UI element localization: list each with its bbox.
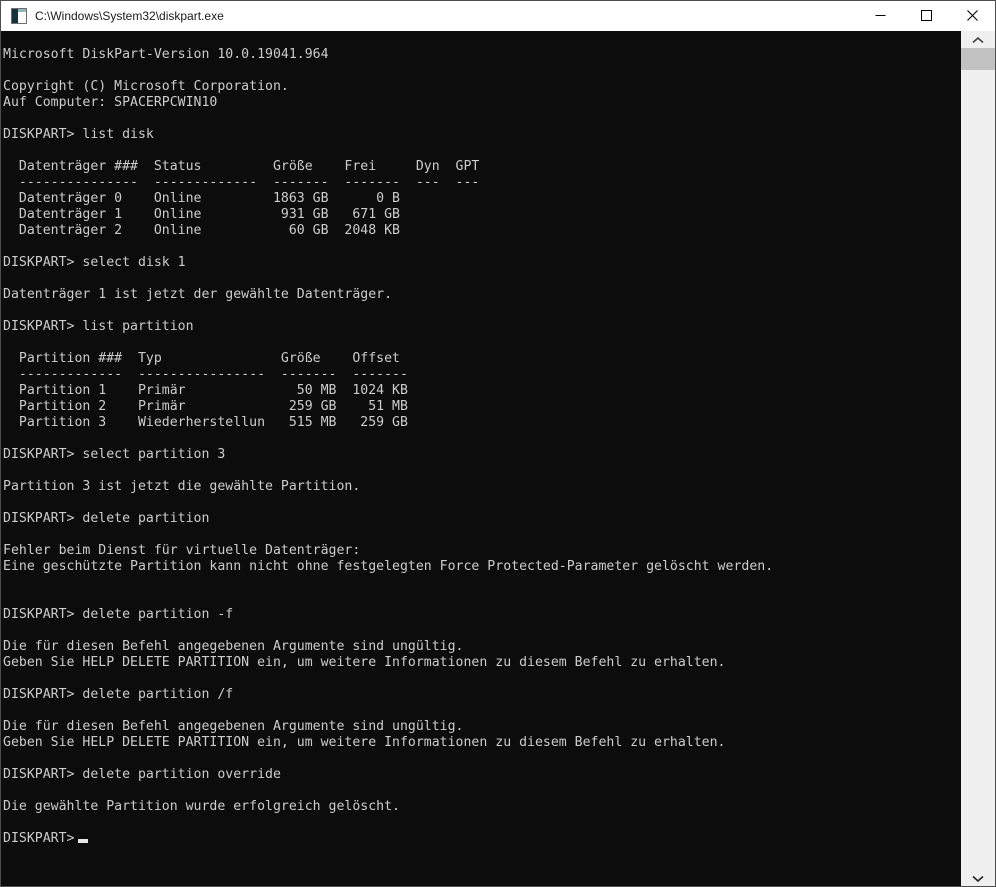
window-title: C:\Windows\System32\diskpart.exe	[35, 9, 224, 23]
text-cursor	[78, 839, 88, 843]
title-bar[interactable]: C:\Windows\System32\diskpart.exe	[1, 1, 995, 31]
minimize-icon	[875, 9, 886, 24]
console-app-icon	[11, 8, 27, 24]
maximize-icon	[920, 9, 932, 24]
window-body: Microsoft DiskPart-Version 10.0.19041.96…	[1, 31, 995, 886]
scroll-down-button[interactable]	[961, 869, 995, 886]
chevron-up-icon	[972, 32, 984, 47]
close-icon	[966, 9, 978, 24]
chevron-down-icon	[972, 870, 984, 885]
console-text: Microsoft DiskPart-Version 10.0.19041.96…	[3, 47, 774, 846]
app-window: C:\Windows\System32\diskpart.exe Microso…	[0, 0, 996, 887]
scroll-up-button[interactable]	[961, 31, 995, 48]
console[interactable]: Microsoft DiskPart-Version 10.0.19041.96…	[1, 31, 961, 886]
scrollbar-thumb[interactable]	[961, 48, 995, 70]
maximize-button[interactable]	[903, 1, 949, 31]
close-button[interactable]	[949, 1, 995, 31]
minimize-button[interactable]	[857, 1, 903, 31]
vertical-scrollbar[interactable]	[961, 31, 995, 886]
window-controls	[857, 1, 995, 31]
